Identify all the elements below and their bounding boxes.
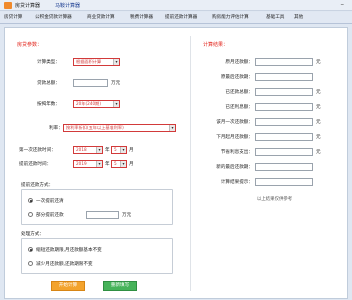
tab-other[interactable]: 其他 <box>294 14 303 22</box>
result-unit: 元 <box>316 105 321 110</box>
loan-term-label: 按揭年数： <box>37 102 60 107</box>
loan-amount-unit: 万元 <box>111 81 121 86</box>
rate-select[interactable]: 按利率折扣(五年以上基准利率) ▾ <box>63 124 176 132</box>
column-divider <box>190 36 191 291</box>
partial-amount-input[interactable] <box>86 211 119 219</box>
first-repay-year: 2018 <box>76 147 87 152</box>
results-section-title: 计算结果： <box>203 42 229 48</box>
chevron-down-icon: ▾ <box>113 59 119 65</box>
result-label: 节省利息支出： <box>220 150 253 155</box>
chevron-down-icon: ▾ <box>120 147 126 153</box>
chevron-down-icon: ▾ <box>120 161 126 167</box>
result-unit: 元 <box>316 90 321 95</box>
chevron-down-icon: ▾ <box>96 147 102 153</box>
result-unit: 元 <box>316 60 321 65</box>
result-field[interactable] <box>255 88 313 96</box>
result-label: 原月还款额： <box>225 60 253 65</box>
result-label: 已还利息额： <box>225 105 253 110</box>
params-section-title: 房贷参数： <box>17 42 43 48</box>
title-bar: 房贷计算器 马鞍计算器 – <box>0 0 352 11</box>
tab-commercial-loan[interactable]: 商业贷款计算 <box>87 14 115 22</box>
prepay-year-unit: 年 <box>105 162 110 167</box>
prepay-method-group <box>21 189 173 225</box>
result-label: 原最后还款期： <box>220 75 253 80</box>
chevron-down-icon: ▾ <box>113 101 119 107</box>
prepay-year-select[interactable]: 2019 ▾ <box>73 160 103 168</box>
option-once-label: 一次提前还清 <box>36 199 64 204</box>
option-shorten-label: 缩短还款期限,月还款额基本不变 <box>36 248 102 253</box>
loan-term-select[interactable]: 20年(240期) ▾ <box>73 100 120 108</box>
result-field[interactable] <box>255 178 313 186</box>
partial-amount-unit: 万元 <box>122 213 132 218</box>
content-panel: 房贷参数： 计算类型： 根据面积计算 ▾ 贷款总额： 万元 按揭年数： 20年(… <box>4 27 348 299</box>
calc-type-select[interactable]: 根据面积计算 ▾ <box>73 58 120 66</box>
tab-bar: 房贷计算 公积金贷款计算器 商业贷款计算 税费计算器 提前还款计算器 购房能力评… <box>0 12 352 24</box>
option-once-radio[interactable] <box>28 198 33 203</box>
result-field[interactable] <box>255 148 313 156</box>
rate-label: 利率： <box>49 126 63 131</box>
result-unit: 元 <box>316 135 321 140</box>
prepay-year: 2019 <box>76 161 87 166</box>
handling-title: 处理方式： <box>21 232 44 237</box>
prepay-month: 5 <box>114 161 117 166</box>
first-repay-year-unit: 年 <box>105 148 110 153</box>
result-field[interactable] <box>255 118 313 126</box>
results-note: 以上结果仅供参考 <box>257 197 293 202</box>
loan-amount-input[interactable] <box>73 79 108 87</box>
result-label: 新的最后还款期： <box>216 165 253 170</box>
prepay-month-unit: 月 <box>129 162 134 167</box>
result-label: 该月一次还款额： <box>216 120 253 125</box>
result-field[interactable] <box>255 163 313 171</box>
result-field[interactable] <box>255 58 313 66</box>
option-partial-radio[interactable] <box>28 212 33 217</box>
option-shorten-radio[interactable] <box>28 247 33 252</box>
option-partial-label: 部分提前还款 <box>36 213 64 218</box>
option-reduce-radio[interactable] <box>28 261 33 266</box>
option-reduce-label: 减少月还款额,还款期限不变 <box>36 262 93 267</box>
result-field[interactable] <box>255 133 313 141</box>
result-label: 计算结果提示： <box>220 180 253 185</box>
loan-amount-label: 贷款总额： <box>37 81 60 86</box>
tab-house-loan[interactable]: 房贷计算 <box>4 14 22 22</box>
result-label: 已还款总额： <box>225 90 253 95</box>
prepay-month-select[interactable]: 5 ▾ <box>111 160 127 168</box>
rate-value: 按利率折扣(五年以上基准利率) <box>66 125 124 130</box>
menu-link[interactable]: 马鞍计算器 <box>55 2 80 9</box>
first-repay-month-unit: 月 <box>129 148 134 153</box>
result-label: 下月起月还款额： <box>216 135 253 140</box>
tab-provident-fund[interactable]: 公积金贷款计算器 <box>35 14 72 22</box>
app-logo-icon <box>4 2 12 9</box>
result-unit: 元 <box>316 150 321 155</box>
minimize-icon[interactable]: – <box>341 0 345 8</box>
calc-type-value: 根据面积计算 <box>76 59 102 64</box>
first-repay-month-select[interactable]: 5 ▾ <box>111 146 127 154</box>
tab-tax[interactable]: 税费计算器 <box>130 14 153 22</box>
calculate-button[interactable]: 开始计算 <box>51 281 85 291</box>
result-unit: 元 <box>316 120 321 125</box>
first-repay-month: 5 <box>114 147 117 152</box>
tab-tools[interactable]: 基础工具 <box>266 14 284 22</box>
loan-term-value: 20年(240期) <box>76 101 101 106</box>
chevron-down-icon: ▾ <box>169 125 175 131</box>
prepay-time-label: 提前还款时间： <box>19 162 52 167</box>
tab-affordability[interactable]: 购房能力评估计算 <box>212 14 249 22</box>
tab-prepayment[interactable]: 提前还款计算器 <box>165 14 197 22</box>
result-field[interactable] <box>255 103 313 111</box>
calc-type-label: 计算类型： <box>37 60 60 65</box>
handling-group <box>21 238 173 274</box>
reset-button[interactable]: 重新填写 <box>103 281 137 291</box>
first-repay-year-select[interactable]: 2018 ▾ <box>73 146 103 154</box>
result-field[interactable] <box>255 73 313 81</box>
chevron-down-icon: ▾ <box>96 161 102 167</box>
prepay-method-title: 提前还款方式： <box>21 183 54 188</box>
window-title: 房贷计算器 <box>15 3 41 9</box>
first-repay-label: 第一次还款时间： <box>19 148 56 153</box>
